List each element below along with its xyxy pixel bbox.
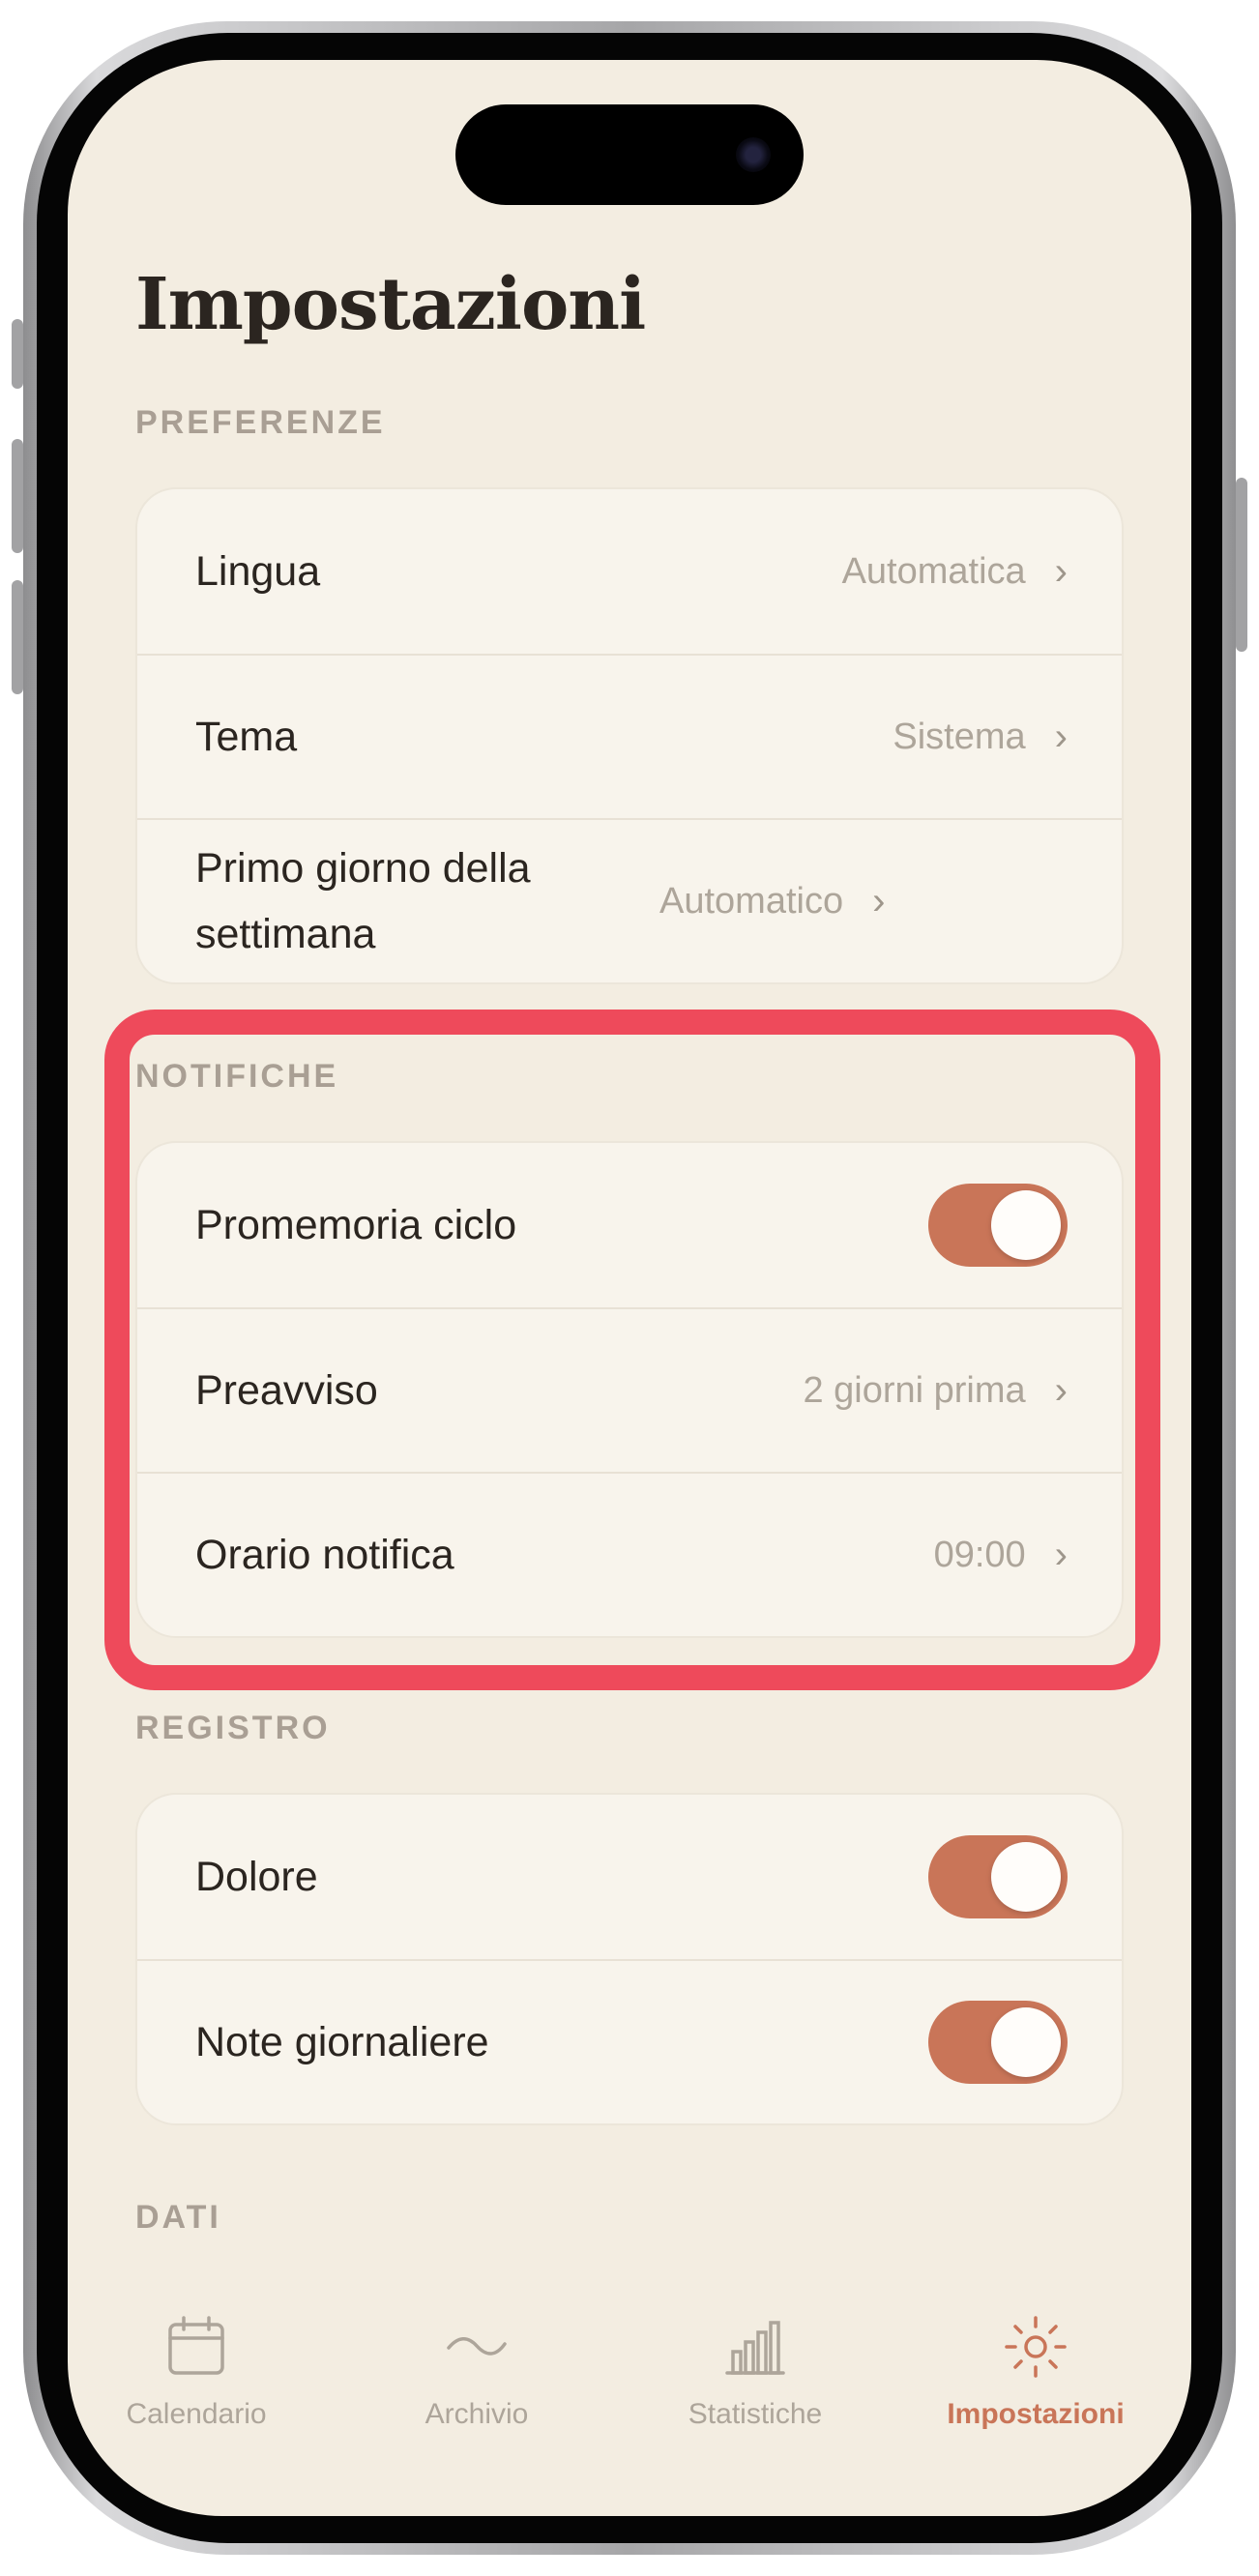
row-label: Lingua (195, 548, 321, 595)
note-giornaliere-toggle[interactable] (928, 2001, 1068, 2084)
dolore-toggle[interactable] (928, 1835, 1068, 1918)
tab-impostazioni[interactable]: Impostazioni (895, 2313, 1176, 2431)
tab-calendario[interactable]: Calendario (68, 2313, 337, 2431)
row-label: Primo giorno della settimana (195, 845, 531, 957)
chevron-right-icon: › (1054, 715, 1068, 758)
power-button (1236, 478, 1247, 652)
row-note-giornaliere: Note giornaliere (137, 1959, 1122, 2123)
tab-label: Archivio (425, 2398, 529, 2430)
preferenze-card: Lingua Automatica › Tema Sistema › Primo… (135, 487, 1124, 984)
section-label-preferenze: PREFERENZE (135, 404, 386, 441)
registro-card: Dolore Note giornaliere (135, 1793, 1124, 2125)
tab-label: Calendario (126, 2398, 267, 2430)
section-label-dati: DATI (135, 2199, 221, 2236)
highlight-box (104, 1010, 1160, 1690)
dynamic-island (455, 104, 804, 205)
wave-icon (447, 2337, 507, 2356)
row-dolore: Dolore (137, 1795, 1122, 1959)
calendar-icon (168, 2316, 224, 2375)
row-lingua[interactable]: Lingua Automatica › (137, 489, 1122, 654)
tab-archivio[interactable]: Archivio (337, 2313, 617, 2431)
toggle-knob (991, 1842, 1061, 1912)
volume-up-button (12, 439, 23, 553)
tab-statistiche[interactable]: Statistiche (615, 2313, 895, 2431)
row-label: Dolore (195, 1854, 318, 1900)
chevron-right-icon: › (1054, 549, 1068, 593)
action-button (12, 319, 23, 389)
row-label: Note giornaliere (195, 2019, 489, 2065)
row-primo-giorno[interactable]: Primo giorno della settimana Automatico … (137, 818, 1122, 982)
row-value: Automatico (659, 880, 844, 922)
toggle-knob (991, 2007, 1061, 2077)
bar-chart-icon (725, 2321, 785, 2375)
row-value: Sistema (893, 716, 1026, 757)
row-tema[interactable]: Tema Sistema › (137, 654, 1122, 818)
tab-label: Impostazioni (947, 2398, 1125, 2430)
camera-icon (736, 137, 771, 172)
chevron-right-icon: › (872, 879, 886, 922)
page-title: Impostazioni (135, 263, 646, 346)
row-value: Automatica (841, 550, 1026, 592)
sun-gear-icon (1005, 2316, 1067, 2378)
volume-down-button (12, 580, 23, 694)
row-label: Tema (195, 714, 298, 760)
section-label-registro: REGISTRO (135, 1710, 331, 1746)
tab-label: Statistiche (688, 2398, 823, 2430)
tab-bar: Calendario Archivio Statistiche Impostaz… (68, 2313, 1191, 2506)
app-screen: Impostazioni PREFERENZE Lingua Automatic… (68, 60, 1191, 2516)
